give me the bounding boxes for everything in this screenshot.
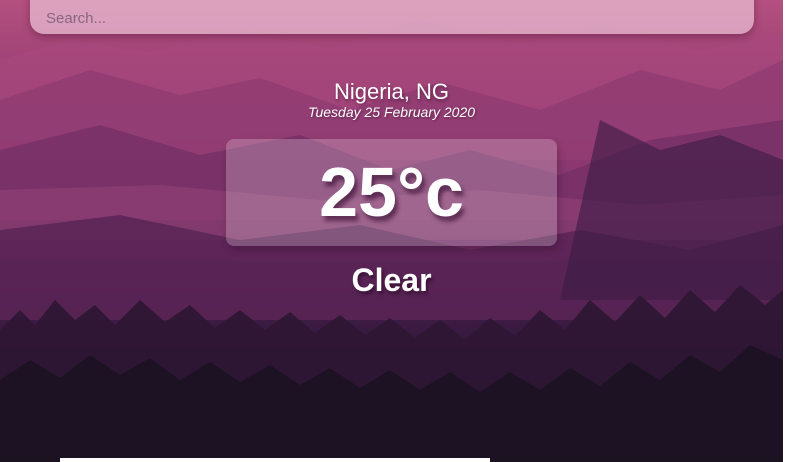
temperature-card: 25°c	[226, 139, 557, 246]
bottom-edge-segment	[490, 458, 783, 462]
search-input[interactable]	[30, 0, 754, 34]
location-label: Nigeria, NG	[334, 79, 449, 104]
bottom-edge-segment	[0, 458, 60, 462]
temperature-value: 25°c	[319, 153, 464, 231]
weather-app: Nigeria, NG Tuesday 25 February 2020 25°…	[0, 0, 783, 458]
weather-condition: Clear	[351, 262, 432, 298]
bottom-edge	[0, 458, 785, 462]
date-label: Tuesday 25 February 2020	[307, 104, 476, 120]
